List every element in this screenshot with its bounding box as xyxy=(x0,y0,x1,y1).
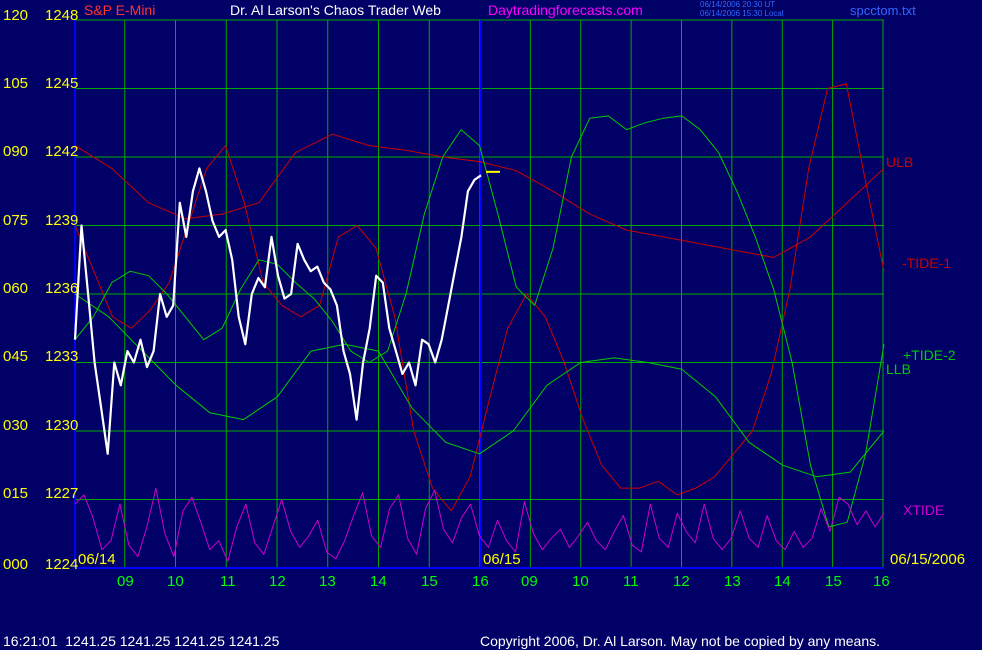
price-label-1239: 1239 xyxy=(45,212,79,229)
chart-symbol: S&P E-Mini xyxy=(84,2,156,18)
price-label-1245: 1245 xyxy=(45,75,79,92)
chart-title: Dr. Al Larson's Chaos Trader Web xyxy=(230,2,441,18)
hour-tick-label: 11 xyxy=(220,573,236,590)
timestamp-ut: 06/14/2006 20:30 UT xyxy=(700,0,776,9)
hour-tick-label: 13 xyxy=(319,573,336,590)
copyright-notice: Copyright 2006, Dr. Al Larson. May not b… xyxy=(480,633,881,649)
site-link[interactable]: Daytradingforecasts.com xyxy=(488,3,643,17)
hour-tick-label: 14 xyxy=(370,573,387,590)
left-label-045: 045 xyxy=(3,348,29,365)
hour-tick-label: 12 xyxy=(673,573,690,590)
hour-tick-label: 16 xyxy=(472,573,489,590)
hour-tick-label: 15 xyxy=(421,573,438,590)
llb-label: LLB xyxy=(886,361,911,377)
price-label-1233: 1233 xyxy=(45,348,79,365)
price-label-1227: 1227 xyxy=(45,485,79,502)
hour-tick-label: 13 xyxy=(724,573,741,590)
price-label-1242: 1242 xyxy=(45,143,79,160)
left-label-090: 090 xyxy=(3,143,29,160)
left-label-105: 105 xyxy=(3,75,29,92)
chart-grid xyxy=(74,19,884,569)
tide1-label: -TIDE-1 xyxy=(902,255,951,271)
xtide-label: XTIDE xyxy=(903,502,945,518)
left-label-060: 060 xyxy=(3,280,29,297)
hour-tick-label: 12 xyxy=(269,573,286,590)
left-label-120: 120 xyxy=(3,7,29,24)
price-label-1248: 1248 xyxy=(45,7,79,24)
hour-tick-label: 09 xyxy=(521,573,538,590)
hour-tick-label: 15 xyxy=(825,573,842,590)
date-label-end: 06/15/2006 xyxy=(890,551,966,568)
hour-tick-label: 16 xyxy=(873,573,890,590)
hour-tick-label: 11 xyxy=(623,573,639,590)
price-label-1236: 1236 xyxy=(45,280,79,297)
series-line-price xyxy=(73,167,482,455)
quote-readout: 16:21:01 1241.25 1241.25 1241.25 1241.25 xyxy=(3,633,280,649)
left-label-015: 015 xyxy=(3,485,29,502)
hour-tick-label: 09 xyxy=(117,573,134,590)
hour-tick-label: 10 xyxy=(167,573,184,590)
tide2-label: +TIDE-2 xyxy=(903,347,956,363)
file-name: spcctom.txt xyxy=(850,3,916,18)
price-label-1224: 1224 xyxy=(45,556,79,573)
left-label-000: 000 xyxy=(3,556,29,573)
date-label-mid: 06/15 xyxy=(483,551,521,568)
hour-tick-label: 10 xyxy=(572,573,589,590)
timestamp-local: 06/14/2006 15:30 Local xyxy=(700,9,784,18)
ulb-label: ULB xyxy=(886,154,914,170)
left-label-030: 030 xyxy=(3,417,29,434)
price-label-1230: 1230 xyxy=(45,417,79,434)
date-label-start: 06/14 xyxy=(78,551,116,568)
hour-tick-label: 14 xyxy=(774,573,791,590)
left-label-075: 075 xyxy=(3,212,29,229)
